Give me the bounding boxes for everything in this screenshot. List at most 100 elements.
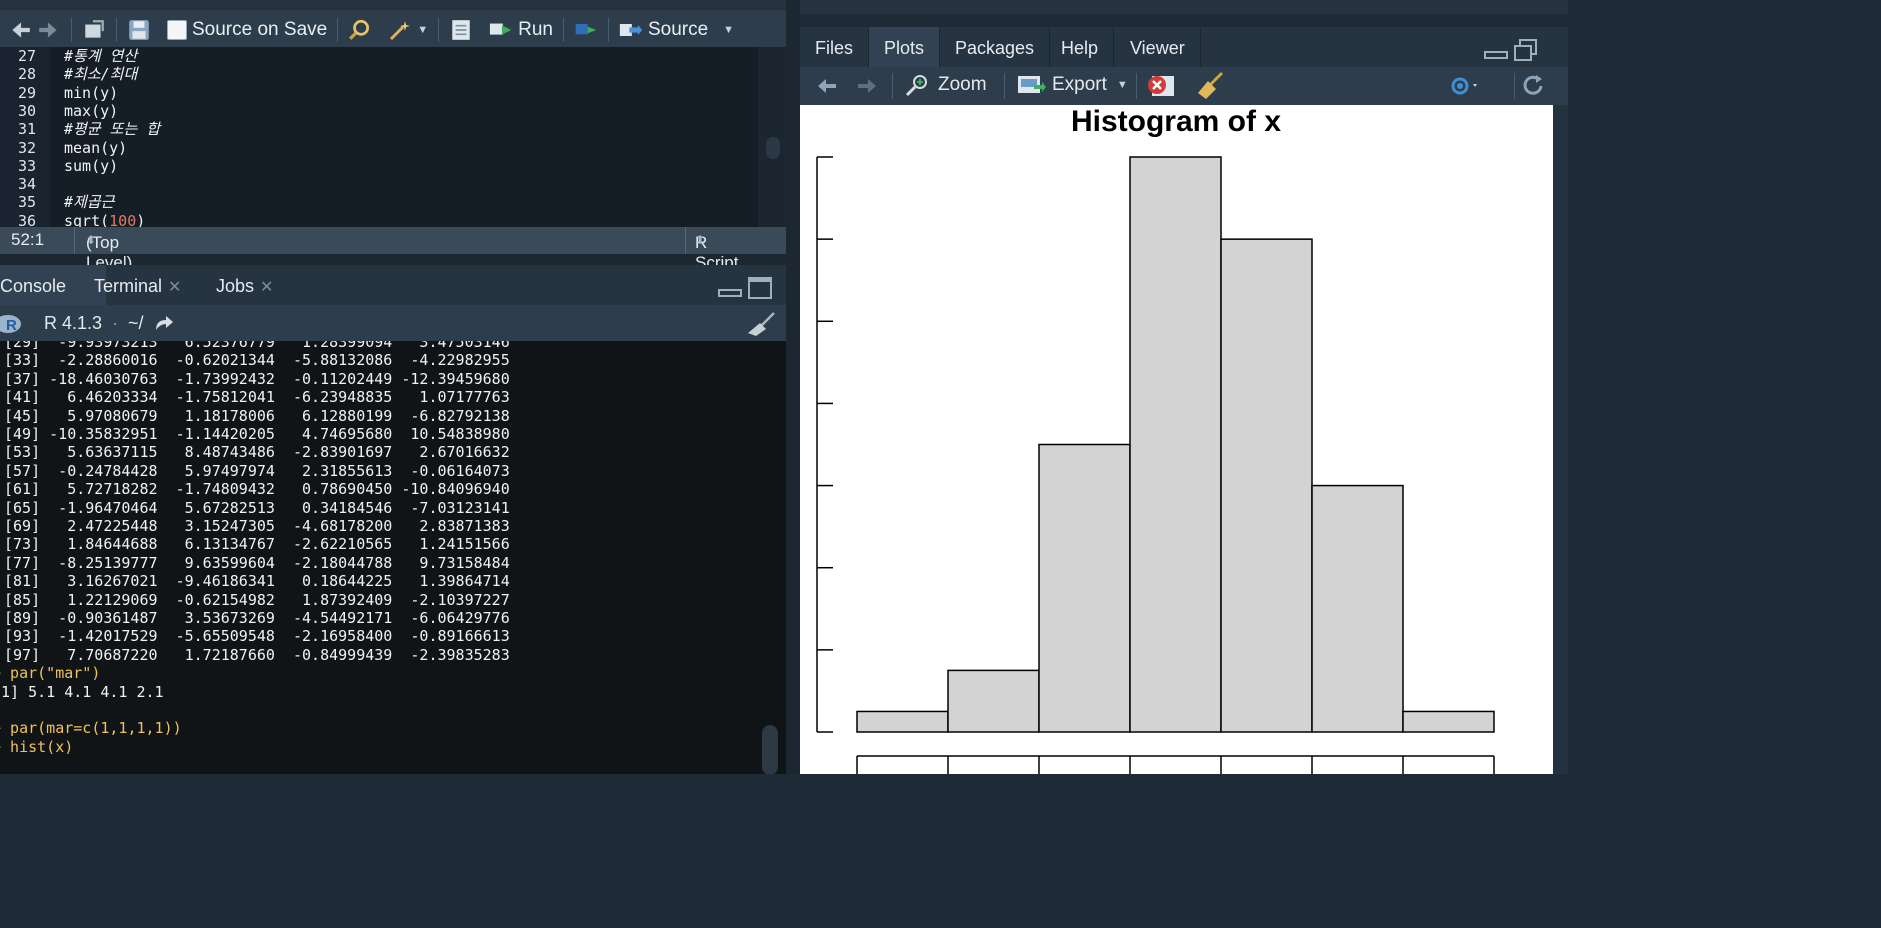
editor-status-bar: 52:1 (Top Level) ⬍ R Script ⬍ (0, 227, 786, 272)
working-directory[interactable]: ~/ (128, 313, 144, 334)
minimize-icon (718, 289, 742, 297)
export-label: Export (1052, 74, 1107, 95)
tab-files[interactable]: Files (800, 27, 870, 67)
r-logo-icon: R (0, 315, 21, 334)
line-number: 32 (17, 138, 36, 157)
console-output-line: [37] -18.46030763 -1.73992432 -0.1120244… (4, 369, 510, 388)
maximize-pane-button[interactable] (748, 277, 772, 304)
console-output-line: [85] 1.22129069 -0.62154982 1.87392409 -… (4, 590, 510, 609)
tab-viewer-label: Viewer (1130, 38, 1185, 58)
console-output-line: [61] 5.72718282 -1.74809432 0.78690450 -… (4, 480, 510, 499)
chevron-down-icon: ▼ (417, 23, 429, 36)
clear-console-broom-icon[interactable] (746, 311, 778, 337)
line-number: 35 (17, 193, 36, 212)
code-text: min(y) (64, 83, 119, 102)
console-output-line: [89] -0.90361487 3.53673269 -4.54492171 … (4, 609, 510, 627)
console-output-line: [41] 6.46203334 -1.75812041 -6.23948835 … (4, 388, 510, 407)
console-output[interactable]: [29] -9.93973213 6.52376779 1.28399094 3… (0, 341, 786, 774)
minimize-pane-button[interactable] (1484, 45, 1508, 64)
tab-help[interactable]: Help (1046, 27, 1115, 67)
zoom-label: Zoom (938, 74, 987, 95)
line-number: 31 (17, 120, 36, 139)
show-in-window-button[interactable] (74, 10, 114, 50)
refresh-icon[interactable] (1520, 73, 1546, 99)
zoom-button[interactable]: Zoom (904, 73, 987, 97)
plot-viewer[interactable]: Histogram of x (800, 105, 1553, 774)
code-tools-button[interactable]: ▼ (380, 10, 436, 50)
console-output-line: [57] -0.24784428 5.97497974 2.31855613 -… (4, 461, 510, 480)
tab-terminal[interactable]: Terminal ✕ (80, 265, 195, 305)
chart-title: Histogram of x (1071, 105, 1281, 138)
minimize-pane-button[interactable] (718, 283, 742, 302)
publish-icon[interactable] (1446, 76, 1480, 96)
console-scrollbar-thumb[interactable] (762, 725, 778, 774)
find-button[interactable] (340, 10, 380, 50)
code-editor[interactable]: 27 #통계 연산 28 #최소/최대 29 min(y) 30 max(y) 31 #평균 또는… (0, 47, 786, 227)
histogram-bar (1129, 156, 1222, 733)
code-text: #통계 연산 (64, 47, 138, 65)
console-output-line: [65] -1.96470464 5.67282513 0.34184546 -… (4, 498, 510, 517)
code-token: ) (136, 211, 146, 227)
status-separator (74, 227, 75, 254)
histogram-bar (1311, 484, 1404, 733)
source-on-save-toggle[interactable]: Source on Save (159, 10, 335, 50)
tab-console-label: Console (0, 276, 67, 296)
toolbar-separator (607, 17, 609, 42)
line-number: 30 (17, 101, 36, 120)
histogram-bar (947, 669, 1040, 733)
source-button[interactable]: Source ▼ (611, 10, 742, 50)
close-icon[interactable]: ✕ (168, 279, 181, 296)
line-number: 27 (17, 47, 36, 65)
line-number: 36 (17, 211, 36, 227)
code-text: #최소/최대 (64, 65, 138, 84)
toolbar-separator (1004, 73, 1005, 99)
tab-jobs[interactable]: Jobs ✕ (202, 265, 287, 305)
console-header: R R 4.1.3 · ~/ (0, 305, 786, 341)
tab-plots-label: Plots (884, 38, 925, 58)
source-on-save-checkbox[interactable] (167, 19, 187, 40)
rerun-button[interactable] (566, 10, 606, 50)
console-output-line: [53] 5.63637115 8.48743486 -2.83901697 2… (4, 443, 510, 462)
separator-dot: · (112, 313, 118, 333)
console-command-line: > par(mar=c(1,1,1,1)) (0, 719, 182, 738)
rerun-icon (575, 23, 597, 34)
go-to-directory-icon[interactable] (154, 314, 174, 332)
next-plot-icon[interactable] (856, 76, 880, 96)
editor-scrollbar-thumb[interactable] (766, 137, 780, 159)
restore-pane-button[interactable] (1514, 39, 1538, 66)
pane-divider-vertical[interactable] (786, 0, 800, 774)
source-icon (619, 23, 643, 36)
toolbar-separator (116, 17, 117, 42)
console-output-line: [45] 5.97080679 1.18178006 6.12880199 -6… (4, 406, 510, 425)
console-output-line: [73] 1.84644688 6.13134767 -2.62210565 1… (4, 535, 510, 554)
run-label: Run (518, 18, 553, 40)
histogram-chart: Histogram of x (816, 105, 1495, 774)
back-arrow-icon[interactable] (8, 18, 32, 42)
console-output-line: [33] -2.28860016 -0.62021344 -5.88132086… (4, 351, 510, 370)
save-icon (129, 19, 149, 40)
tab-plots[interactable]: Plots (869, 27, 941, 67)
code-text: sum(y) (64, 156, 119, 175)
run-button[interactable]: Run (481, 10, 561, 50)
nav-arrows[interactable] (0, 10, 69, 50)
tab-viewer[interactable]: Viewer (1115, 27, 1201, 67)
chevron-down-icon[interactable]: ▼ (723, 24, 734, 36)
line-number: 33 (17, 156, 36, 175)
compile-report-button[interactable] (441, 10, 481, 50)
plot-scrollbar-track[interactable] (1553, 105, 1568, 774)
toolbar-separator (337, 17, 339, 42)
console-output-line: [77] -8.25139777 9.63599604 -2.18044788 … (4, 553, 510, 572)
export-icon (1018, 76, 1046, 93)
clear-plots-broom-icon[interactable] (1196, 71, 1226, 101)
console-output-line: [81] 3.16267021 -9.46186341 0.18644225 1… (4, 572, 510, 591)
tab-packages[interactable]: Packages (940, 27, 1051, 67)
status-separator (685, 227, 686, 254)
toolbar-separator (1514, 73, 1515, 99)
console-output-line: [29] -9.93973213 6.52376779 1.28399094 3… (4, 341, 510, 351)
forward-arrow-icon[interactable] (37, 18, 61, 42)
close-icon[interactable]: ✕ (260, 279, 273, 296)
remove-plot-icon[interactable] (1146, 73, 1176, 99)
export-button[interactable]: Export ▼ (1016, 73, 1128, 97)
previous-plot-icon[interactable] (814, 76, 838, 96)
save-button[interactable] (119, 10, 159, 50)
